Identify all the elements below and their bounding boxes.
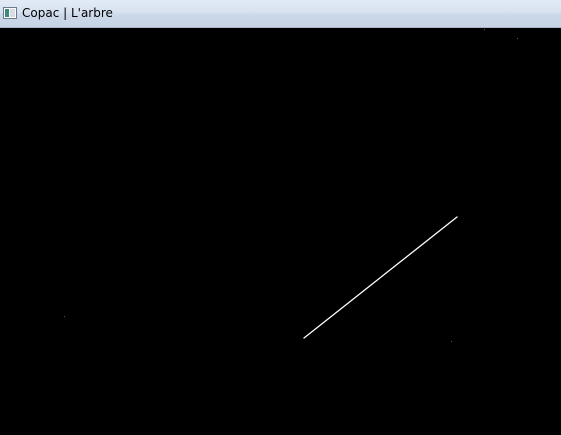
drawing-canvas[interactable]: [0, 28, 561, 435]
stray-pixel-dot: [451, 341, 452, 342]
application-window-icon[interactable]: [3, 7, 17, 19]
app-window: Copac | L'arbre: [0, 0, 561, 435]
tree-drawing: [64, 29, 518, 342]
stray-pixel-dot: [64, 316, 65, 317]
title-bar[interactable]: Copac | L'arbre: [0, 0, 561, 28]
stray-pixel-dot: [517, 38, 518, 39]
tree-branch-line: [303, 216, 458, 339]
stray-pixel-dot: [484, 29, 485, 30]
window-title: Copac | L'arbre: [22, 6, 113, 20]
